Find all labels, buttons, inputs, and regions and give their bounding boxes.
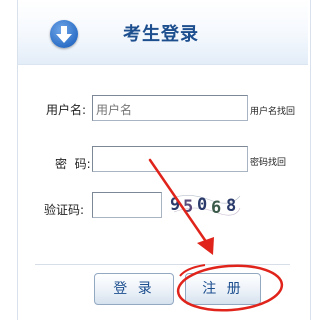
annotation-circle xyxy=(176,264,284,312)
annotation-overlay xyxy=(148,158,284,312)
annotation-arrow xyxy=(148,158,214,255)
